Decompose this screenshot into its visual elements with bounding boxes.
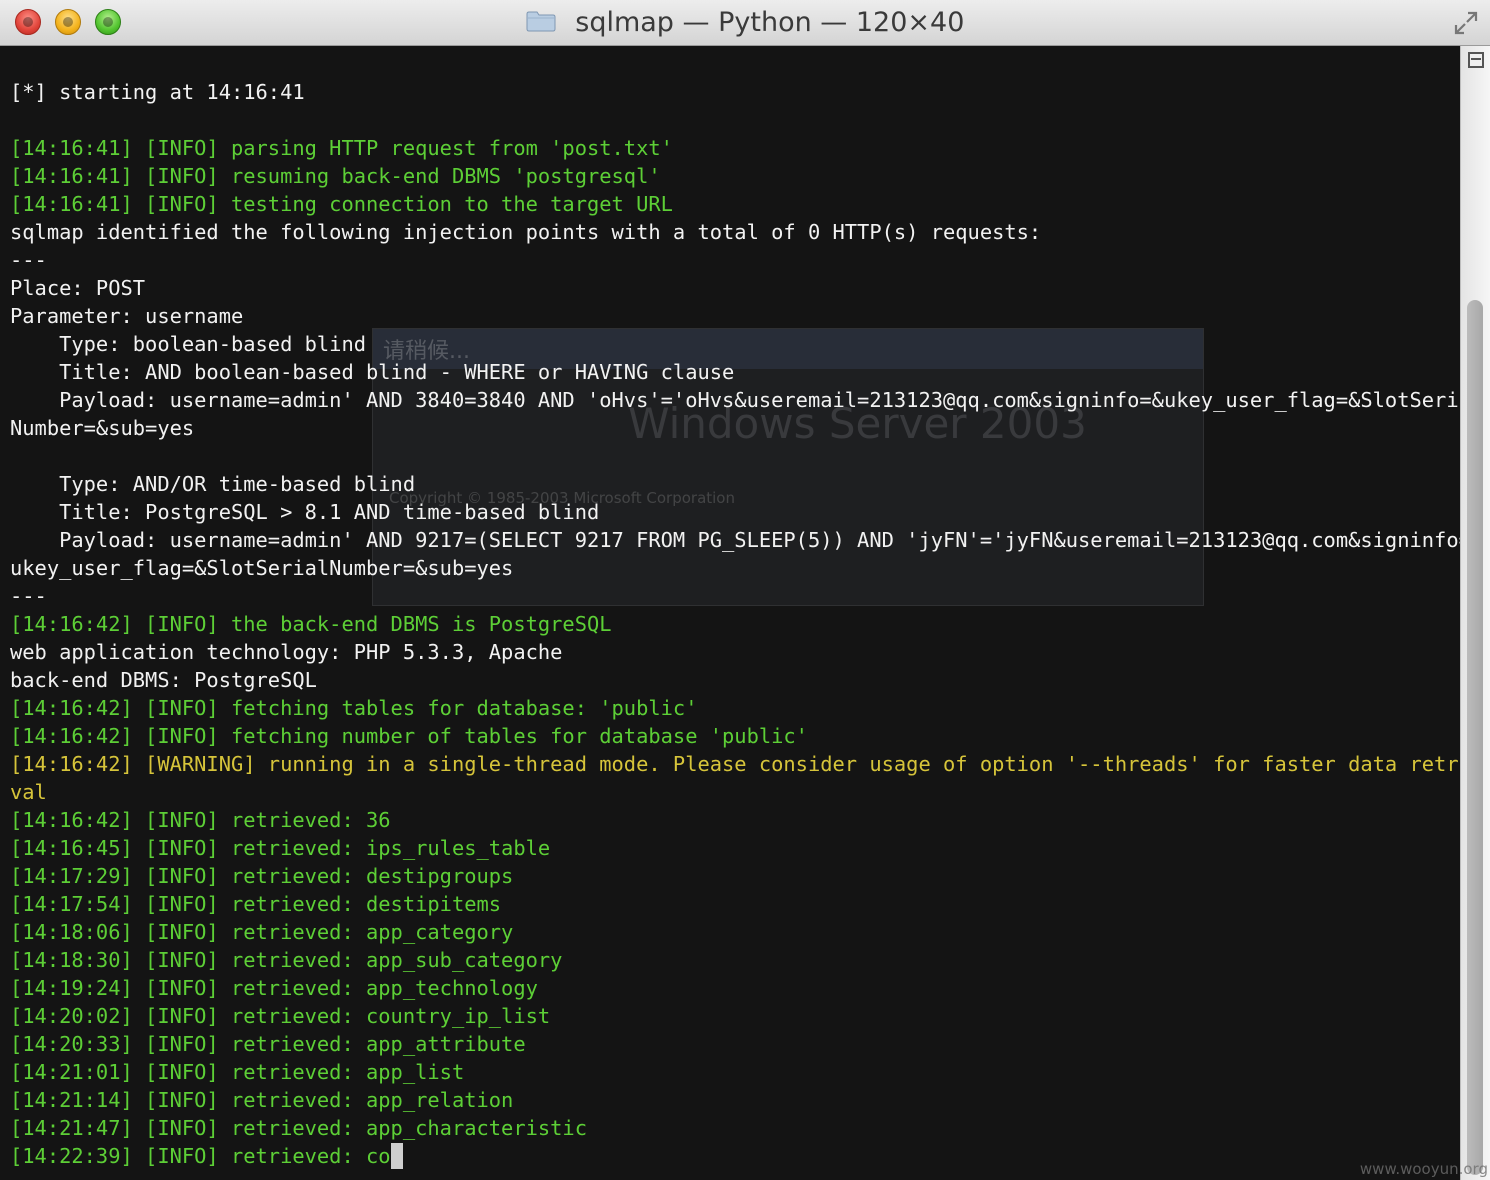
line-text: [14:18:06] [INFO] retrieved: app_categor… — [10, 920, 514, 944]
line-text: web application technology: PHP 5.3.3, A… — [10, 640, 563, 664]
line-text: [14:16:42] [INFO] fetching tables for da… — [10, 696, 698, 720]
line-text: [14:16:42] [INFO] retrieved: 36 — [10, 808, 391, 832]
line-text: Payload: username=admin' AND 9217=(SELEC… — [10, 528, 1460, 552]
line-text: [14:16:41] [INFO] parsing HTTP request f… — [10, 136, 673, 160]
line-text: sqlmap identified the following injectio… — [10, 220, 1042, 244]
line-text: [14:16:41] [INFO] testing connection to … — [10, 192, 673, 216]
terminal-line: [14:20:02] [INFO] retrieved: country_ip_… — [10, 1002, 1455, 1030]
terminal-line: --- — [10, 582, 1455, 610]
terminal-line: sqlmap identified the following injectio… — [10, 218, 1455, 246]
line-text: [14:19:24] [INFO] retrieved: app_technol… — [10, 976, 538, 1000]
line-text: [14:16:42] [INFO] the back-end DBMS is P… — [10, 612, 612, 636]
terminal-line: [14:21:01] [INFO] retrieved: app_list — [10, 1058, 1455, 1086]
terminal-line: Place: POST — [10, 274, 1455, 302]
terminal-line: --- — [10, 246, 1455, 274]
terminal-line: [14:16:42] [INFO] the back-end DBMS is P… — [10, 610, 1455, 638]
terminal-line: [14:16:41] [INFO] parsing HTTP request f… — [10, 134, 1455, 162]
terminal-line: [14:22:39] [INFO] retrieved: co — [10, 1142, 1455, 1170]
line-text: [14:21:14] [INFO] retrieved: app_relatio… — [10, 1088, 514, 1112]
terminal-line: [14:16:45] [INFO] retrieved: ips_rules_t… — [10, 834, 1455, 862]
line-text: Number=&sub=yes — [10, 416, 195, 440]
line-text: Type: boolean-based blind — [10, 332, 367, 356]
line-text: [14:17:54] [INFO] retrieved: destipitems — [10, 892, 502, 916]
terminal-line: Payload: username=admin' AND 9217=(SELEC… — [10, 526, 1460, 554]
terminal-line: [14:16:42] [INFO] retrieved: 36 — [10, 806, 1455, 834]
line-text: [14:21:47] [INFO] retrieved: app_charact… — [10, 1116, 587, 1140]
terminal-line: [14:19:24] [INFO] retrieved: app_technol… — [10, 974, 1455, 1002]
terminal-line: [14:16:42] [INFO] fetching tables for da… — [10, 694, 1455, 722]
line-text: val — [10, 780, 47, 804]
terminal-line: Parameter: username — [10, 302, 1455, 330]
terminal-line: [14:18:06] [INFO] retrieved: app_categor… — [10, 918, 1455, 946]
terminal-line: [14:17:29] [INFO] retrieved: destipgroup… — [10, 862, 1455, 890]
window-title: sqlmap — Python — 120×40 — [575, 7, 965, 38]
terminal-line: web application technology: PHP 5.3.3, A… — [10, 638, 1455, 666]
terminal-text: [*] starting at 14:16:41 [14:16:41] [INFO… — [10, 78, 1460, 1170]
line-text: back-end DBMS: PostgreSQL — [10, 668, 317, 692]
watermark: www.wooyun.org — [1359, 1160, 1488, 1178]
terminal-line: val — [10, 778, 1455, 806]
line-text: Parameter: username — [10, 304, 244, 328]
terminal-line: Title: PostgreSQL > 8.1 AND time-based b… — [10, 498, 1455, 526]
terminal-line: ukey_user_flag=&SlotSerialNumber=&sub=ye… — [10, 554, 1455, 582]
terminal-line: Title: AND boolean-based blind - WHERE o… — [10, 358, 1455, 386]
line-text: --- — [10, 248, 47, 272]
line-text: [14:21:01] [INFO] retrieved: app_list — [10, 1060, 465, 1084]
terminal-line: [14:18:30] [INFO] retrieved: app_sub_cat… — [10, 946, 1455, 974]
folder-icon — [526, 11, 556, 32]
line-text: [14:20:02] [INFO] retrieved: country_ip_… — [10, 1004, 551, 1028]
line-text: [14:22:39] [INFO] retrieved: co — [10, 1144, 391, 1168]
terminal-line: [14:16:41] [INFO] resuming back-end DBMS… — [10, 162, 1455, 190]
line-text: Title: PostgreSQL > 8.1 AND time-based b… — [10, 500, 600, 524]
line-text: Type: AND/OR time-based blind — [10, 472, 416, 496]
terminal-line: [14:21:47] [INFO] retrieved: app_charact… — [10, 1114, 1455, 1142]
terminal-line: [*] starting at 14:16:41 — [10, 78, 1455, 106]
terminal-line: [14:20:33] [INFO] retrieved: app_attribu… — [10, 1030, 1455, 1058]
line-text: Title: AND boolean-based blind - WHERE o… — [10, 360, 735, 384]
line-text: [14:16:42] [WARNING] running in a single… — [10, 752, 1460, 776]
terminal-line: [14:17:54] [INFO] retrieved: destipitems — [10, 890, 1455, 918]
terminal-line: Type: boolean-based blind — [10, 330, 1455, 358]
line-text: [14:16:45] [INFO] retrieved: ips_rules_t… — [10, 836, 551, 860]
terminal-line: Number=&sub=yes — [10, 414, 1455, 442]
terminal-line: [14:16:41] [INFO] testing connection to … — [10, 190, 1455, 218]
terminal-line: back-end DBMS: PostgreSQL — [10, 666, 1455, 694]
line-text: [14:18:30] [INFO] retrieved: app_sub_cat… — [10, 948, 563, 972]
line-text: [14:16:41] [INFO] resuming back-end DBMS… — [10, 164, 661, 188]
terminal-line: [14:16:42] [WARNING] running in a single… — [10, 750, 1460, 778]
line-text: Place: POST — [10, 276, 146, 300]
terminal-output[interactable]: 请稍候... Windows Server 2003 Copyright © 1… — [0, 46, 1460, 1180]
terminal-line: Type: AND/OR time-based blind — [10, 470, 1455, 498]
line-text: Payload: username=admin' AND 3840=3840 A… — [10, 388, 1460, 412]
fullscreen-icon[interactable] — [1452, 9, 1480, 37]
line-text: ukey_user_flag=&SlotSerialNumber=&sub=ye… — [10, 556, 514, 580]
line-text: [14:17:29] [INFO] retrieved: destipgroup… — [10, 864, 514, 888]
terminal-window: sqlmap — Python — 120×40 请稍候... Windows … — [0, 0, 1490, 1180]
line-text: --- — [10, 584, 47, 608]
terminal-line: [14:16:42] [INFO] fetching number of tab… — [10, 722, 1455, 750]
split-pane-icon[interactable] — [1468, 52, 1484, 68]
line-text: [*] starting at 14:16:41 — [10, 80, 305, 104]
text-cursor — [390, 1143, 403, 1169]
vertical-scrollbar[interactable] — [1460, 46, 1490, 1180]
title-area: sqlmap — Python — 120×40 — [0, 0, 1490, 46]
scrollbar-thumb[interactable] — [1467, 300, 1483, 1175]
line-text: [14:16:42] [INFO] fetching number of tab… — [10, 724, 808, 748]
title-bar[interactable]: sqlmap — Python — 120×40 — [0, 0, 1490, 46]
terminal-line: Payload: username=admin' AND 3840=3840 A… — [10, 386, 1460, 414]
terminal-line: [14:21:14] [INFO] retrieved: app_relatio… — [10, 1086, 1455, 1114]
line-text: [14:20:33] [INFO] retrieved: app_attribu… — [10, 1032, 526, 1056]
